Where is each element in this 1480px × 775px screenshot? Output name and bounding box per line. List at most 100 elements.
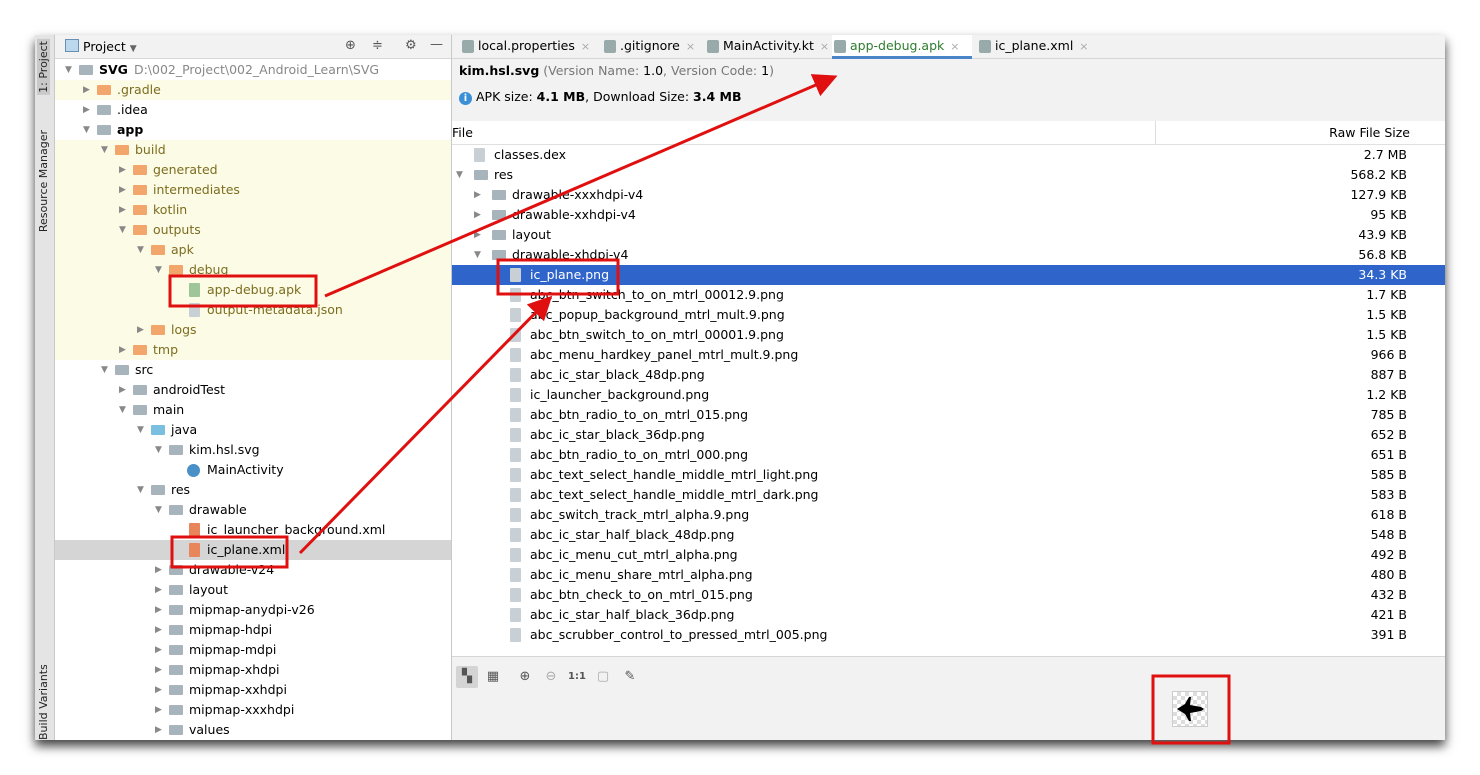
table-row[interactable]: abc_ic_star_black_36dp.png 652 B — [452, 425, 1445, 445]
close-icon[interactable]: × — [820, 40, 829, 53]
tree-item[interactable]: output-metadata.json — [55, 300, 451, 320]
chevron-right-icon[interactable]: ▶ — [155, 620, 162, 640]
table-row[interactable]: abc_ic_menu_cut_mtrl_alpha.png 492 B — [452, 545, 1445, 565]
collapse-all-icon[interactable]: ≑ — [372, 38, 383, 53]
chevron-right-icon[interactable]: ▶ — [155, 700, 162, 720]
table-row[interactable]: abc_btn_radio_to_on_mtrl_000.png 651 B — [452, 445, 1445, 465]
table-row[interactable]: abc_ic_star_half_black_48dp.png 548 B — [452, 525, 1445, 545]
color-picker-icon[interactable]: ✎ — [619, 666, 641, 688]
tree-item[interactable]: app-debug.apk — [55, 280, 451, 300]
tab-gitignore[interactable]: .gitignore × — [602, 35, 695, 59]
tree-item[interactable]: ▶ mipmap-hdpi — [55, 620, 451, 640]
chevron-right-icon[interactable]: ▶ — [83, 80, 90, 100]
chevron-down-icon[interactable]: ▼ — [83, 120, 90, 140]
project-tool-tab[interactable]: 1: Project — [37, 39, 50, 95]
fit-zoom-icon[interactable]: ▢ — [592, 666, 614, 688]
zoom-out-icon[interactable]: ⊖ — [540, 666, 562, 688]
tree-item[interactable]: ▶ mipmap-xxxhdpi — [55, 700, 451, 720]
table-row[interactable]: abc_ic_star_half_black_36dp.png 421 B — [452, 605, 1445, 625]
project-view-selector[interactable]: Project ▼ — [83, 39, 137, 54]
tree-item[interactable]: ic_launcher_background.xml — [55, 520, 451, 540]
tree-item[interactable]: ▼ debug — [55, 260, 451, 280]
tree-item[interactable]: ▶ androidTest — [55, 380, 451, 400]
chevron-right-icon[interactable]: ▶ — [155, 640, 162, 660]
chevron-right-icon[interactable]: ▶ — [155, 600, 162, 620]
close-icon[interactable]: × — [686, 40, 695, 53]
table-row[interactable]: abc_text_select_handle_middle_mtrl_light… — [452, 465, 1445, 485]
chevron-right-icon[interactable]: ▶ — [155, 660, 162, 680]
tree-item[interactable]: ▼ kim.hsl.svg — [55, 440, 451, 460]
chevron-right-icon[interactable]: ▶ — [119, 380, 126, 400]
resource-manager-tab[interactable]: Resource Manager — [37, 130, 50, 232]
chevron-right-icon[interactable]: ▶ — [474, 205, 481, 225]
table-row[interactable]: abc_ic_star_black_48dp.png 887 B — [452, 365, 1445, 385]
table-row[interactable]: abc_btn_radio_to_on_mtrl_015.png 785 B — [452, 405, 1445, 425]
tree-item[interactable]: ▶ mipmap-xhdpi — [55, 660, 451, 680]
table-row[interactable]: abc_ic_menu_share_mtrl_alpha.png 480 B — [452, 565, 1445, 585]
tree-item[interactable]: MainActivity — [55, 460, 451, 480]
chevron-right-icon[interactable]: ▶ — [119, 200, 126, 220]
chevron-down-icon[interactable]: ▼ — [137, 240, 144, 260]
tree-item[interactable]: ▼ drawable — [55, 500, 451, 520]
table-row[interactable]: ic_plane.png 34.3 KB — [452, 265, 1445, 285]
chevron-right-icon[interactable]: ▶ — [155, 560, 162, 580]
chevron-right-icon[interactable]: ▶ — [137, 320, 144, 340]
table-row[interactable]: classes.dex 2.7 MB — [452, 145, 1445, 165]
tree-item[interactable]: ▼ java — [55, 420, 451, 440]
tree-item[interactable]: ▶ .gradle — [55, 80, 451, 100]
column-header-size[interactable]: Raw File Size — [1329, 125, 1410, 140]
tree-item[interactable]: ▶ kotlin — [55, 200, 451, 220]
table-row[interactable]: abc_btn_switch_to_on_mtrl_00001.9.png 1.5… — [452, 325, 1445, 345]
tab-app-debug-apk[interactable]: app-debug.apk × — [832, 35, 972, 59]
table-row[interactable]: abc_scrubber_control_to_pressed_mtrl_005… — [452, 625, 1445, 645]
tree-item[interactable]: ▼ build — [55, 140, 451, 160]
build-variants-tab[interactable]: Build Variants — [37, 665, 50, 740]
chevron-right-icon[interactable]: ▶ — [155, 680, 162, 700]
chevron-down-icon[interactable]: ▼ — [155, 500, 162, 520]
grid-toggle-icon[interactable]: ▦ — [482, 666, 504, 688]
close-icon[interactable]: × — [950, 40, 959, 53]
table-row[interactable]: abc_menu_hardkey_panel_mtrl_mult.9.png 96… — [452, 345, 1445, 365]
tree-item[interactable]: ▼ apk — [55, 240, 451, 260]
chevron-down-icon[interactable]: ▼ — [119, 220, 126, 240]
chevron-right-icon[interactable]: ▶ — [119, 340, 126, 360]
tree-item[interactable]: ▼ SVG D:\002_Project\002_Android_Learn\SVG — [55, 60, 451, 80]
table-row[interactable]: ic_launcher_background.png 1.2 KB — [452, 385, 1445, 405]
close-icon[interactable]: × — [1079, 40, 1088, 53]
table-row[interactable]: abc_popup_background_mtrl_mult.9.png 1.5 … — [452, 305, 1445, 325]
tree-item[interactable]: ▼ outputs — [55, 220, 451, 240]
tree-item[interactable]: ▶ generated — [55, 160, 451, 180]
actual-size-button[interactable]: 1:1 — [566, 666, 588, 688]
table-row[interactable]: abc_switch_track_mtrl_alpha.9.png 618 B — [452, 505, 1445, 525]
chevron-right-icon[interactable]: ▶ — [155, 580, 162, 600]
table-row[interactable]: abc_text_select_handle_middle_mtrl_dark.… — [452, 485, 1445, 505]
tree-item[interactable]: ▼ src — [55, 360, 451, 380]
tree-item[interactable]: ▶ mipmap-mdpi — [55, 640, 451, 660]
tree-item[interactable]: ▶ .idea — [55, 100, 451, 120]
chevron-right-icon[interactable]: ▶ — [119, 160, 126, 180]
column-header-file[interactable]: File — [452, 125, 473, 140]
close-icon[interactable]: × — [581, 40, 590, 53]
table-row[interactable]: abc_btn_check_to_on_mtrl_015.png 432 B — [452, 585, 1445, 605]
chevron-down-icon[interactable]: ▼ — [137, 480, 144, 500]
chevron-right-icon[interactable]: ▶ — [119, 180, 126, 200]
chevron-down-icon[interactable]: ▼ — [137, 420, 144, 440]
tree-item[interactable]: ▶ tmp — [55, 340, 451, 360]
tree-item[interactable]: ▶ values — [55, 720, 451, 740]
tree-item[interactable]: ▼ main — [55, 400, 451, 420]
tree-item[interactable]: ▶ drawable-v24 — [55, 560, 451, 580]
chevron-right-icon[interactable]: ▶ — [474, 185, 481, 205]
tab-mainactivity-kt[interactable]: MainActivity.kt × — [705, 35, 829, 59]
tree-item[interactable]: ▶ mipmap-anydpi-v26 — [55, 600, 451, 620]
table-row[interactable]: ▼ res 568.2 KB — [452, 165, 1445, 185]
tree-item[interactable]: ▶ layout — [55, 580, 451, 600]
chevron-down-icon[interactable]: ▼ — [101, 140, 108, 160]
chevron-right-icon[interactable]: ▶ — [474, 225, 481, 245]
table-row[interactable]: ▶ drawable-xxxhdpi-v4 127.9 KB — [452, 185, 1445, 205]
tree-item[interactable]: ▶ logs — [55, 320, 451, 340]
tree-item[interactable]: ic_plane.xml — [55, 540, 451, 560]
chevron-down-icon[interactable]: ▼ — [155, 260, 162, 280]
chevron-down-icon[interactable]: ▼ — [119, 400, 126, 420]
tree-item[interactable]: ▶ mipmap-xxhdpi — [55, 680, 451, 700]
tree-item[interactable]: ▼ app — [55, 120, 451, 140]
